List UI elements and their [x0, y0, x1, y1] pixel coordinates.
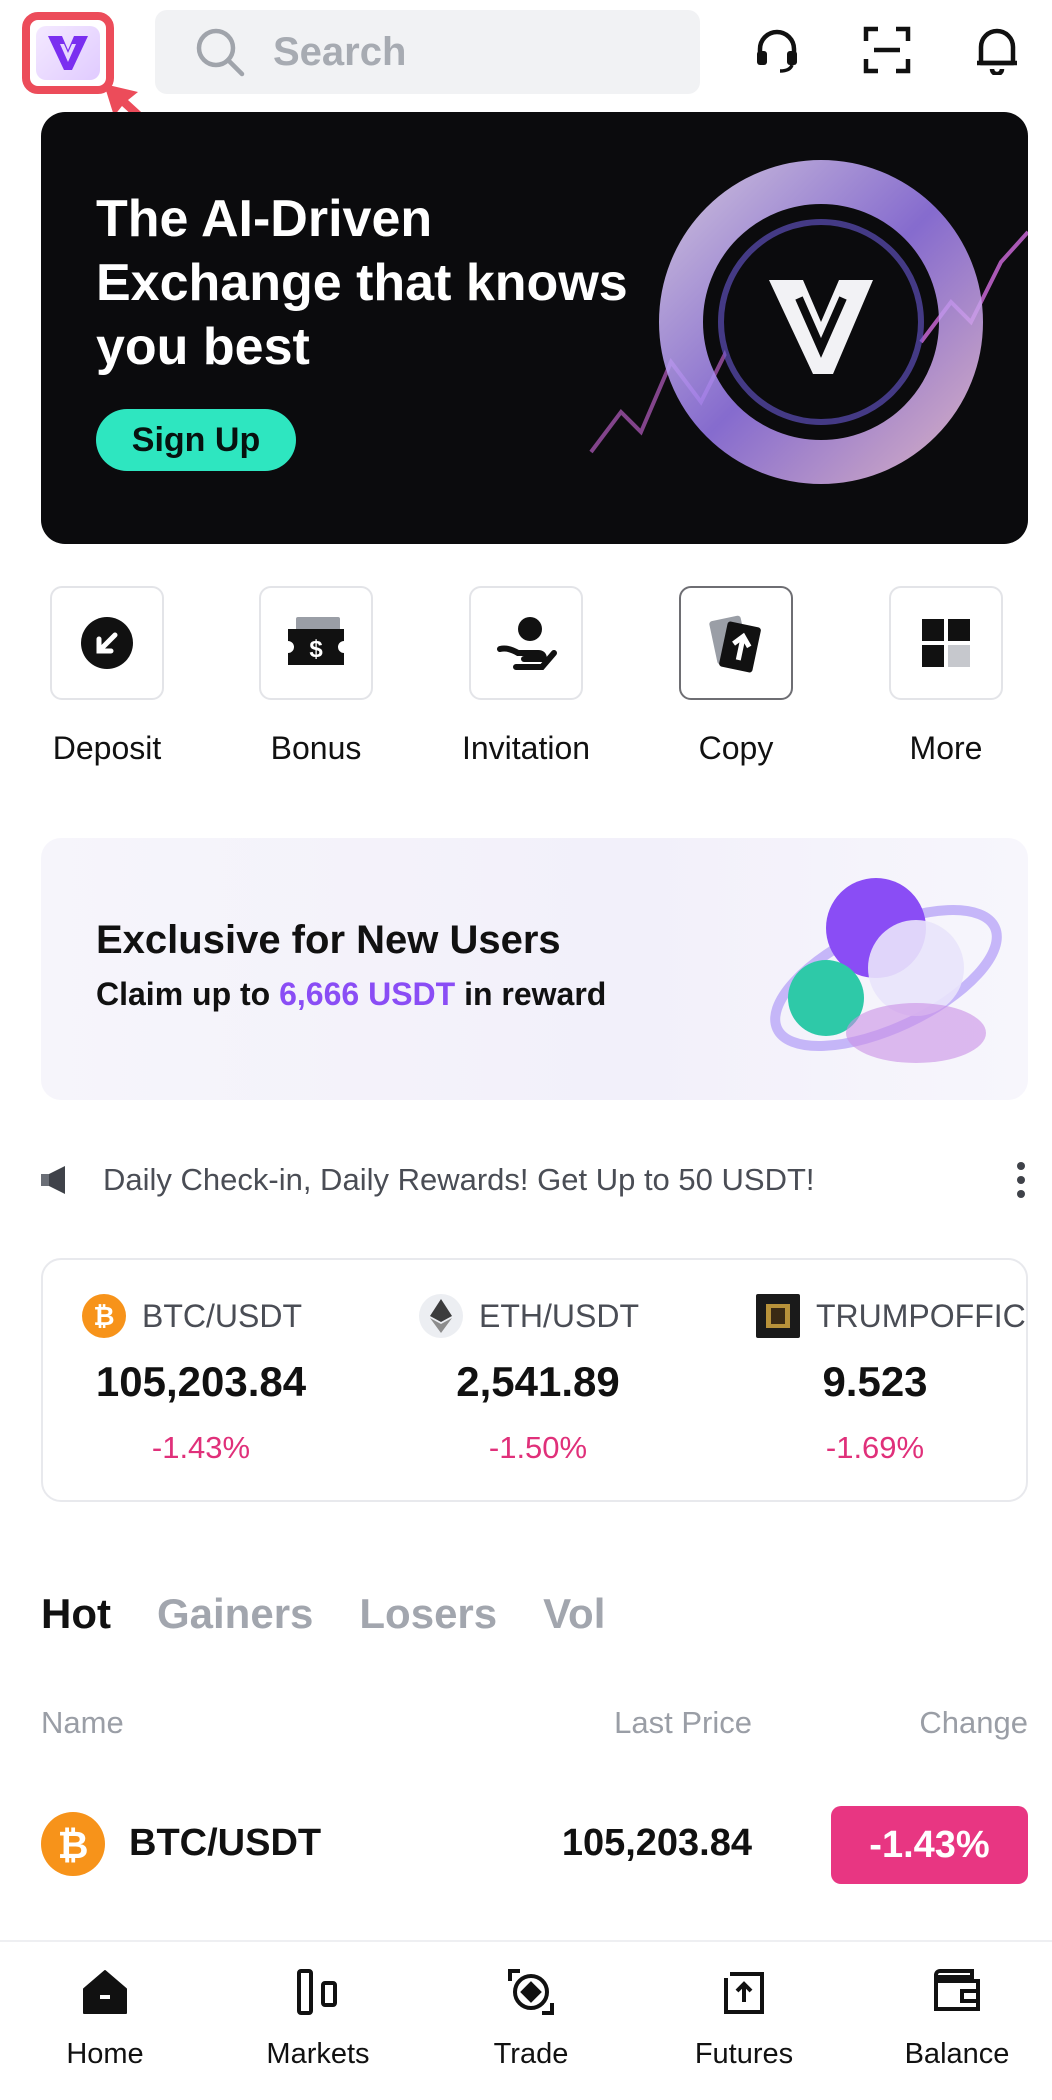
tab-vol[interactable]: Vol	[543, 1590, 605, 1650]
invitation-tile[interactable]	[469, 586, 583, 700]
bonus-button[interactable]: $ Bonus	[209, 586, 423, 767]
copy-label: Copy	[698, 730, 774, 766]
trump-token-icon	[756, 1294, 800, 1338]
tab-losers[interactable]: Losers	[359, 1590, 497, 1650]
row-last-price: 105,203.84	[561, 1822, 752, 1864]
ticker-pair-name: TRUMPOFFIC	[816, 1297, 1026, 1334]
scan-icon[interactable]	[855, 18, 919, 82]
bonus-tile[interactable]: $	[259, 586, 373, 700]
hero-illustration	[589, 160, 1028, 484]
copy-trade-icon	[709, 615, 761, 673]
ticker-pair-name: BTC/USDT	[142, 1297, 302, 1334]
app-logo-icon[interactable]	[36, 26, 100, 80]
deposit-icon	[81, 617, 133, 669]
ticker-eth[interactable]: ETH/USDT 2,541.89 -1.50%	[380, 1260, 717, 1500]
invitation-label: Invitation	[461, 730, 591, 766]
svg-text:₿: ₿	[58, 1825, 89, 1866]
ticker-change: -1.50%	[488, 1430, 588, 1465]
promo-sub-prefix: Claim up to	[96, 976, 280, 1012]
svg-text:₿: ₿	[93, 1301, 114, 1331]
table-row[interactable]: ₿ BTC/USDT 105,203.84 -1.43%	[41, 1804, 1028, 1884]
nav-trade-label: Trade	[493, 2038, 569, 2070]
row-change-badge: -1.43%	[831, 1806, 1028, 1884]
more-label: More	[909, 730, 983, 766]
copy-button[interactable]: Copy	[629, 586, 843, 767]
announcement-bar[interactable]: Daily Check-in, Daily Rewards! Get Up to…	[41, 1152, 1028, 1208]
promo-reward-amount: 6,666 USDT	[279, 976, 456, 1012]
ticker-change: -1.69%	[825, 1430, 925, 1465]
promo-title: Exclusive for New Users	[96, 918, 561, 962]
deposit-button[interactable]: Deposit	[0, 586, 214, 767]
deposit-label: Deposit	[52, 730, 162, 766]
ticker-price: 2,541.89	[456, 1358, 620, 1405]
tab-hot[interactable]: Hot	[41, 1590, 111, 1650]
app-logo-highlight[interactable]	[22, 12, 114, 94]
bitcoin-icon: ₿	[41, 1812, 105, 1876]
more-grid-icon	[922, 619, 970, 667]
invitation-button[interactable]: Invitation	[419, 586, 633, 767]
bell-icon[interactable]	[965, 18, 1029, 82]
ticker-btc[interactable]: ₿ BTC/USDT 105,203.84 -1.43%	[43, 1260, 380, 1500]
nav-home[interactable]: Home	[0, 1962, 210, 2071]
more-vertical-icon[interactable]	[1014, 1160, 1028, 1200]
ticker-pair-name: ETH/USDT	[479, 1297, 639, 1334]
search-input[interactable]: Search	[155, 10, 700, 94]
quick-actions: Deposit $ Bonus Invitation Copy More	[0, 586, 1052, 776]
promo-subtitle: Claim up to 6,666 USDT in reward	[96, 976, 606, 1013]
tab-gainers[interactable]: Gainers	[157, 1590, 313, 1650]
nav-home-label: Home	[66, 2038, 144, 2070]
promo-illustration	[770, 878, 1002, 1063]
trade-icon	[501, 1962, 561, 2022]
row-pair: BTC/USDT	[129, 1822, 322, 1864]
column-change[interactable]: Change	[919, 1705, 1028, 1741]
new-user-promo-banner[interactable]: Exclusive for New Users Claim up to 6,66…	[41, 838, 1028, 1100]
ticker-pair: ₿ BTC/USDT	[82, 1294, 302, 1338]
nav-balance[interactable]: Balance	[852, 1962, 1052, 2071]
nav-futures[interactable]: Futures	[639, 1962, 849, 2071]
headset-icon[interactable]	[745, 18, 809, 82]
market-table-header: Name Last Price Change	[41, 1705, 1028, 1749]
copy-tile[interactable]	[679, 586, 793, 700]
promo-sub-suffix: in reward	[455, 976, 607, 1012]
ticker-price: 9.523	[822, 1358, 928, 1405]
search-icon	[196, 28, 245, 77]
wallet-icon	[927, 1962, 987, 2022]
announcement-text: Daily Check-in, Daily Rewards! Get Up to…	[103, 1162, 815, 1197]
more-tile[interactable]	[889, 586, 1003, 700]
bottom-navigation: Home Markets Trade Futures Balance	[0, 1940, 1052, 2100]
nav-markets-label: Markets	[266, 2038, 370, 2070]
nav-markets[interactable]: Markets	[213, 1962, 423, 2071]
bitcoin-icon: ₿	[82, 1294, 126, 1338]
speaker-icon	[41, 1166, 65, 1194]
bonus-ticket-icon: $	[288, 617, 344, 665]
ticker-cards: ₿ BTC/USDT 105,203.84 -1.43% ETH/USDT 2,…	[41, 1258, 1028, 1502]
nav-balance-label: Balance	[904, 2038, 1010, 2070]
more-button[interactable]: More	[839, 586, 1052, 767]
top-bar: Search	[0, 0, 1052, 172]
nav-trade[interactable]: Trade	[426, 1962, 636, 2071]
bonus-label: Bonus	[270, 730, 362, 766]
deposit-tile[interactable]	[50, 586, 164, 700]
ticker-trump[interactable]: TRUMPOFFIC 9.523 -1.69%	[717, 1260, 1026, 1500]
sign-up-button[interactable]: Sign Up	[96, 409, 296, 471]
svg-text:$: $	[309, 636, 323, 663]
ticker-price: 105,203.84	[95, 1358, 307, 1405]
ticker-change: -1.43%	[151, 1430, 251, 1465]
invitation-icon	[497, 617, 557, 670]
column-name[interactable]: Name	[41, 1705, 124, 1741]
column-last-price[interactable]: Last Price	[614, 1705, 752, 1741]
market-tabs: Hot Gainers Losers Vol	[41, 1590, 651, 1650]
hero-banner[interactable]: The AI-Driven Exchange that knows you be…	[41, 112, 1028, 544]
ticker-pair: ETH/USDT	[419, 1294, 639, 1338]
search-placeholder: Search	[273, 29, 407, 74]
nav-futures-label: Futures	[694, 2038, 794, 2070]
hero-title: The AI-Driven Exchange that knows you be…	[96, 190, 628, 376]
markets-icon	[288, 1962, 348, 2022]
ethereum-icon	[419, 1294, 463, 1338]
ticker-pair: TRUMPOFFIC	[756, 1294, 1026, 1338]
home-icon	[75, 1962, 135, 2022]
futures-icon	[714, 1962, 774, 2022]
